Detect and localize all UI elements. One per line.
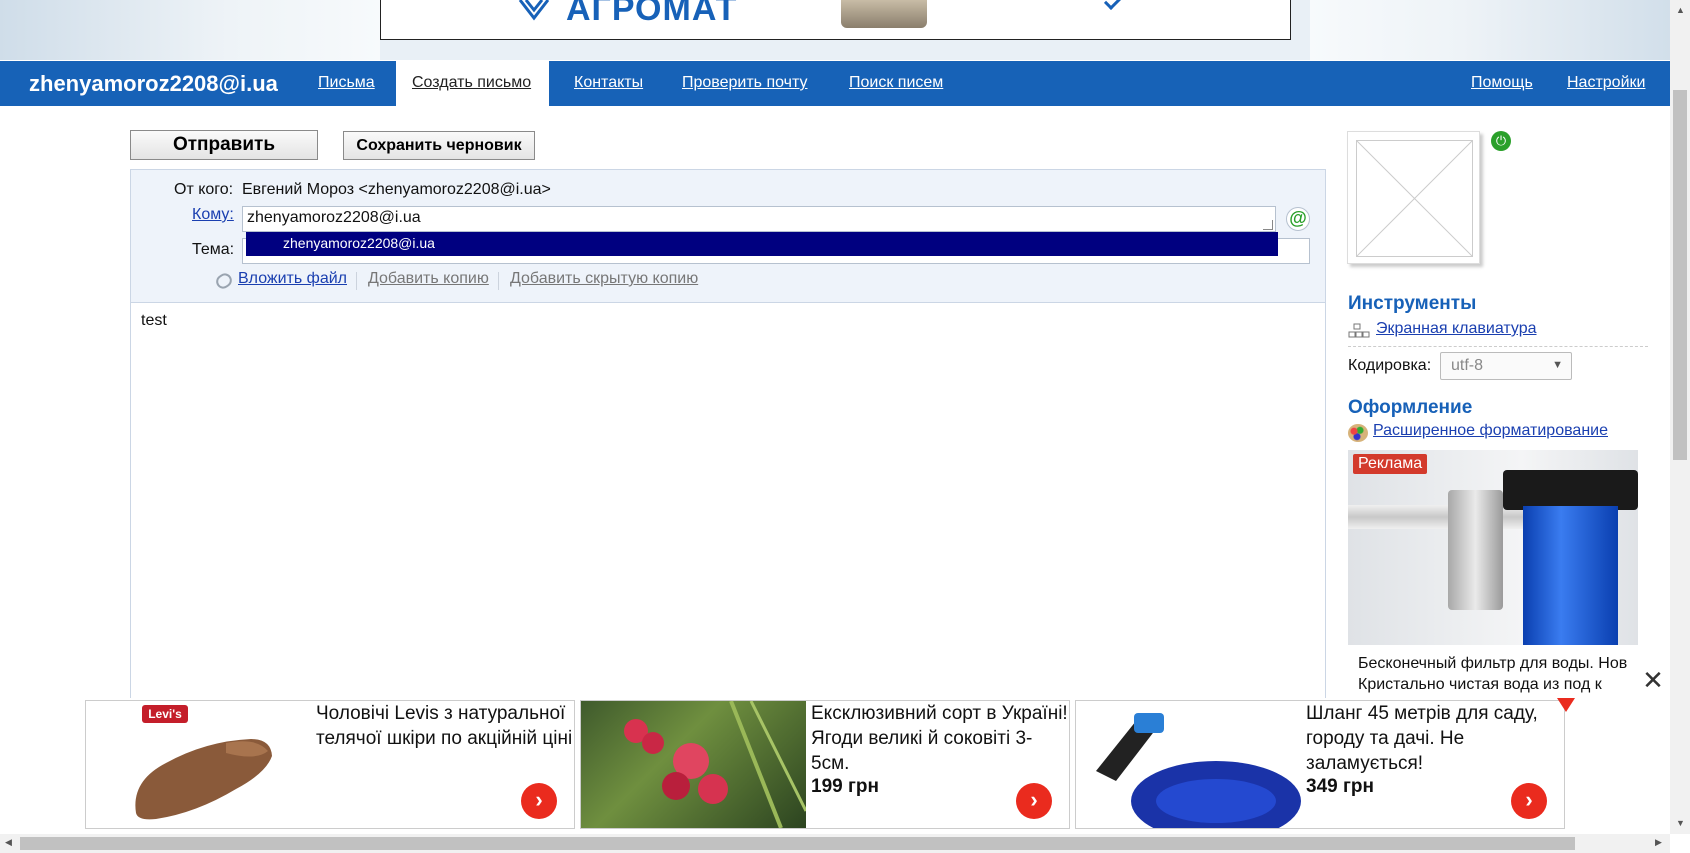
chevron-right-icon[interactable]: › <box>1511 783 1547 819</box>
encoding-select[interactable]: utf-8 ▼ <box>1440 352 1572 380</box>
ad-badge: Реклама <box>1353 454 1428 474</box>
message-body-text: test <box>141 312 167 329</box>
close-icon[interactable]: ✕ <box>1638 666 1668 696</box>
message-body-editor[interactable]: test <box>130 303 1326 703</box>
shoe-image: Levi's <box>86 701 311 828</box>
bottom-ad-3[interactable]: Шланг 45 метрів для саду, городу та дачі… <box>1075 700 1565 829</box>
compose-header: От кого: Евгений Мороз <zhenyamoroz2208@… <box>130 169 1326 303</box>
keyboard-icon <box>1348 323 1370 338</box>
banner-decoration-right <box>1310 0 1690 60</box>
encoding-label: Кодировка: <box>1348 357 1432 374</box>
bottom-ad-1[interactable]: Levi's Чоловічі Levis з натуральної теля… <box>85 700 575 829</box>
tools-heading: Инструменты <box>1348 293 1477 314</box>
bottom-ad-2[interactable]: Ексклюзивний сорт в Україні! Ягоди велик… <box>580 700 1070 829</box>
address-book-icon[interactable]: @ <box>1286 207 1310 231</box>
scroll-up-icon[interactable]: ▲ <box>1676 5 1685 15</box>
agromat-logo-icon <box>518 0 550 21</box>
bottom-ad-3-text: Шланг 45 метрів для саду, городу та дачі… <box>1306 703 1538 774</box>
scroll-down-icon[interactable]: ▼ <box>1676 818 1685 828</box>
chevron-right-icon[interactable]: › <box>1016 783 1052 819</box>
bottom-ad-2-price: 199 грн <box>811 776 879 797</box>
avatar[interactable] <box>1347 131 1480 264</box>
scrollbar-thumb[interactable] <box>1673 90 1687 460</box>
bottom-ad-1-text: Чоловічі Levis з натуральної телячої шкі… <box>316 703 573 749</box>
berry-image <box>581 701 806 828</box>
avatar-placeholder-icon <box>1356 140 1473 257</box>
rich-format-link[interactable]: Расширенное форматирование <box>1373 422 1608 440</box>
onscreen-keyboard-link[interactable]: Экранная клавиатура <box>1376 320 1537 338</box>
encoding-value: utf-8 <box>1451 357 1484 374</box>
banner-decoration-left <box>0 0 380 60</box>
nav-letters[interactable]: Письма <box>318 74 375 92</box>
ad-filter-image <box>1448 490 1503 610</box>
scroll-right-icon[interactable]: ▶ <box>1655 837 1662 848</box>
save-draft-button[interactable]: Сохранить черновик <box>343 131 535 160</box>
power-icon[interactable]: ⏻ <box>1491 131 1511 151</box>
chevron-right-icon[interactable]: › <box>521 783 557 819</box>
nav-check-mail[interactable]: Проверить почту <box>682 74 808 92</box>
horizontal-scrollbar[interactable]: ◀ ▶ <box>0 834 1670 853</box>
ad-filter-housing-image <box>1523 506 1618 645</box>
to-input[interactable]: zhenyamoroz2208@i.ua <box>242 206 1276 232</box>
vertical-scrollbar[interactable]: ▲ ▼ <box>1670 0 1690 834</box>
bottom-ad-2-text: Ексклюзивний сорт в Україні! Ягоди велик… <box>811 703 1068 774</box>
nav-compose-tab[interactable]: Создать письмо <box>396 61 549 106</box>
top-ad-brand: АГРОМАТ <box>566 0 738 28</box>
divider <box>1348 346 1648 347</box>
top-ad[interactable]: АГРОМАТ <box>380 0 1291 40</box>
subject-label: Тема: <box>192 241 235 258</box>
palette-icon <box>1348 424 1368 442</box>
levis-logo: Levi's <box>148 707 182 721</box>
top-ad-product-image <box>841 0 927 28</box>
sidebar-ad-line2: Кристально чистая вода из под к <box>1358 676 1602 693</box>
from-value: Евгений Мороз <zhenyamoroz2208@i.ua> <box>242 181 551 198</box>
nav-settings[interactable]: Настройки <box>1567 74 1645 92</box>
from-label: От кого: <box>174 181 234 198</box>
attach-file-link[interactable]: Вложить файл <box>238 270 347 288</box>
add-bcc-link[interactable]: Добавить скрытую копию <box>510 270 698 288</box>
divider <box>356 272 357 290</box>
paperclip-icon <box>213 270 235 292</box>
ad-filter-cap-image <box>1503 470 1638 510</box>
adchoices-icon[interactable] <box>1557 698 1575 712</box>
send-button[interactable]: Отправить <box>130 130 318 160</box>
nav-search-mail[interactable]: Поиск писем <box>849 74 943 92</box>
scroll-left-icon[interactable]: ◀ <box>5 837 12 848</box>
top-ad-chevron-icon <box>1103 0 1130 11</box>
add-cc-link[interactable]: Добавить копию <box>368 270 489 288</box>
sidebar-ad-line1: Бесконечный фильтр для воды. Нов <box>1358 655 1628 672</box>
chevron-down-icon: ▼ <box>1552 359 1563 371</box>
nav-contacts[interactable]: Контакты <box>574 74 643 92</box>
sidebar-ad-caption[interactable]: Бесконечный фильтр для воды. Нов Кристал… <box>1348 645 1638 703</box>
nav-help[interactable]: Помощь <box>1471 74 1533 92</box>
resize-handle-icon[interactable] <box>1263 220 1273 230</box>
bottom-ad-3-price: 349 грн <box>1306 776 1374 797</box>
design-heading: Оформление <box>1348 397 1473 418</box>
top-banner: АГРОМАТ <box>0 0 1690 60</box>
main-nav: zhenyamoroz2208@i.ua Письма Создать пись… <box>0 61 1670 106</box>
sidebar-ad-image[interactable] <box>1348 450 1638 645</box>
hose-image <box>1076 701 1301 828</box>
divider <box>498 272 499 290</box>
scrollbar-thumb[interactable] <box>20 837 1575 850</box>
account-email: zhenyamoroz2208@i.ua <box>29 71 278 96</box>
to-label-link[interactable]: Кому: <box>192 206 234 224</box>
autocomplete-suggestion[interactable]: zhenyamoroz2208@i.ua <box>246 232 1278 256</box>
nav-compose-label: Создать письмо <box>412 74 532 91</box>
bottom-ad-bar: Levi's Чоловічі Levis з натуральної теля… <box>0 698 1670 834</box>
